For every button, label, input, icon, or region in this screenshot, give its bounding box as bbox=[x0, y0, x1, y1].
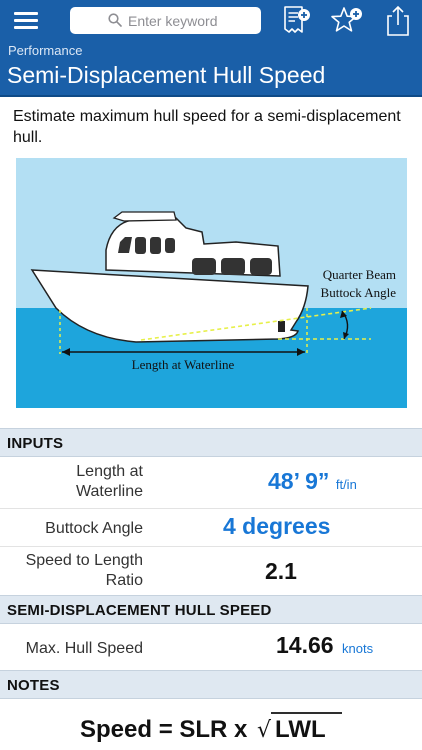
angle-label: Buttock Angle bbox=[45, 520, 143, 537]
length-value[interactable]: 48’ 9” ft/in bbox=[268, 468, 357, 495]
slr-row[interactable]: Speed to Length Ratio 2.1 bbox=[0, 547, 422, 595]
search-box[interactable] bbox=[70, 7, 261, 34]
hamburger-menu-icon[interactable] bbox=[14, 12, 38, 30]
length-row[interactable]: Length at Waterline 48’ 9” ft/in bbox=[0, 457, 422, 509]
window bbox=[150, 237, 161, 254]
title-bar: Performance Semi-Displacement Hull Speed bbox=[0, 41, 422, 97]
formula-text: Speed = SLR x bbox=[80, 716, 254, 743]
speed-value: 14.66 knots bbox=[276, 632, 374, 658]
flybridge bbox=[112, 211, 177, 222]
notes-section-header: NOTES bbox=[0, 670, 422, 699]
formula-variable: LWL bbox=[275, 716, 326, 743]
description-text: Estimate maximum hull speed for a semi-d… bbox=[13, 108, 401, 146]
speed-unit: knots bbox=[342, 641, 374, 656]
speed-label: Max. Hull Speed bbox=[25, 640, 143, 657]
speed-row: Max. Hull Speed 14.66 knots bbox=[0, 624, 422, 670]
search-input[interactable] bbox=[128, 11, 253, 30]
search-icon bbox=[108, 13, 122, 27]
sqrt-symbol: √ bbox=[257, 718, 272, 743]
propeller bbox=[278, 321, 285, 332]
section-title: INPUTS bbox=[7, 435, 64, 452]
share-icon[interactable] bbox=[381, 4, 415, 38]
breadcrumb: Performance bbox=[8, 43, 83, 58]
add-note-icon[interactable] bbox=[280, 4, 314, 38]
window bbox=[135, 237, 146, 254]
slr-value[interactable]: 2.1 bbox=[265, 558, 297, 585]
page-title: Semi-Displacement Hull Speed bbox=[7, 62, 326, 88]
add-favorite-star-icon[interactable] bbox=[330, 4, 364, 38]
window bbox=[250, 258, 272, 275]
length-unit[interactable]: ft/in bbox=[336, 477, 357, 492]
hull-diagram: Length at Waterline Quarter Beam Buttock… bbox=[16, 158, 407, 408]
slr-label: Speed to Length Ratio bbox=[25, 552, 143, 589]
results-section-header: SEMI-DISPLACEMENT HULL SPEED bbox=[0, 595, 422, 624]
angle-row[interactable]: Buttock Angle 4 degrees bbox=[0, 509, 422, 547]
length-label: Length at Waterline bbox=[76, 463, 143, 500]
top-toolbar bbox=[0, 0, 422, 41]
length-label: Length at Waterline bbox=[132, 357, 235, 372]
window bbox=[192, 258, 216, 275]
window bbox=[165, 238, 175, 253]
section-title: NOTES bbox=[7, 677, 60, 694]
angle-label: Buttock Angle bbox=[321, 285, 397, 300]
inputs-section-header: INPUTS bbox=[0, 428, 422, 457]
angle-value[interactable]: 4 degrees bbox=[223, 513, 330, 540]
window bbox=[221, 258, 245, 275]
section-title: SEMI-DISPLACEMENT HULL SPEED bbox=[7, 602, 272, 619]
formula: Speed = SLR x √ LWL bbox=[80, 712, 342, 743]
angle-label: Quarter Beam bbox=[323, 267, 396, 282]
